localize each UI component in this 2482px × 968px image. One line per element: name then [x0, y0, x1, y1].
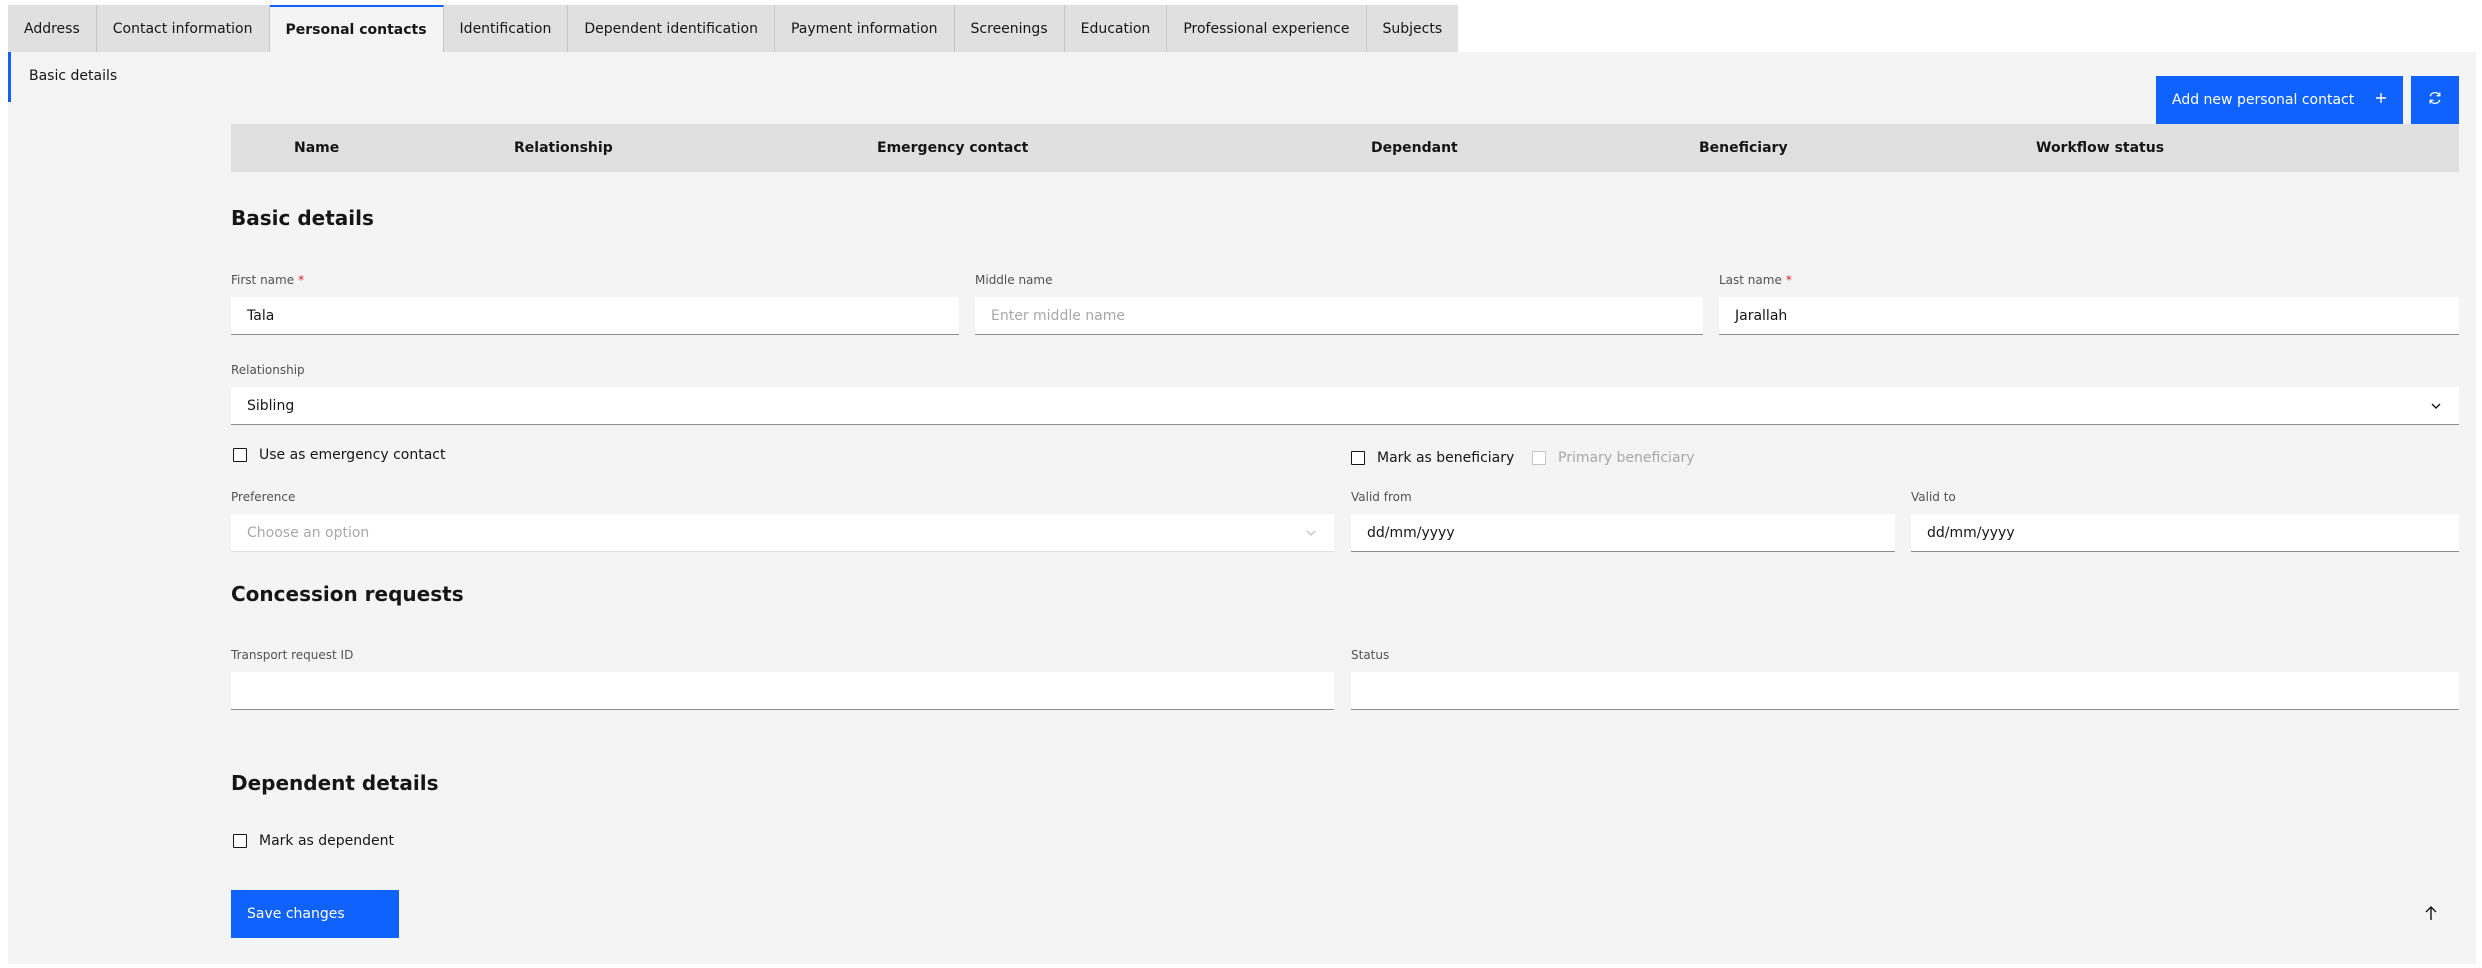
contacts-table-header: Name Relationship Emergency contact Depe… — [231, 124, 2459, 172]
middle-name-label: Middle name — [975, 273, 1053, 287]
transport-request-id-label: Transport request ID — [231, 648, 354, 662]
tab-personal-contacts[interactable]: Personal contacts — [269, 5, 444, 52]
tab-screenings[interactable]: Screenings — [954, 5, 1065, 52]
chevron-down-icon — [2429, 399, 2443, 417]
column-header-workflow-status[interactable]: Workflow status — [2036, 140, 2164, 156]
valid-from-label: Valid from — [1351, 490, 1412, 504]
column-header-dependant[interactable]: Dependant — [1371, 140, 1458, 156]
valid-from-field[interactable]: dd/mm/yyyy — [1351, 514, 1895, 552]
primary-beneficiary-box — [1532, 451, 1546, 465]
arrow-up-icon — [2424, 905, 2438, 925]
mark-dependent-label: Mark as dependent — [259, 833, 395, 849]
refresh-button[interactable] — [2411, 76, 2459, 124]
mark-dependent-box[interactable] — [233, 834, 247, 848]
preference-placeholder: Choose an option — [247, 524, 370, 541]
scroll-to-top-button[interactable] — [2411, 895, 2451, 935]
tab-identification[interactable]: Identification — [443, 5, 569, 52]
valid-to-label: Valid to — [1911, 490, 1956, 504]
relationship-value: Sibling — [247, 397, 295, 414]
mark-beneficiary-checkbox[interactable]: Mark as beneficiary — [1351, 450, 1514, 466]
mark-beneficiary-label: Mark as beneficiary — [1377, 450, 1515, 466]
basic-details-title: Basic details — [231, 206, 374, 230]
emergency-contact-box[interactable] — [233, 448, 247, 462]
tab-dependent-identification[interactable]: Dependent identification — [568, 5, 775, 52]
main-panel: Basic details Add new personal contact N… — [8, 52, 2476, 964]
middle-name-field[interactable]: Enter middle name — [975, 297, 1703, 335]
preference-label: Preference — [231, 490, 296, 504]
emergency-contact-checkbox[interactable]: Use as emergency contact — [233, 447, 446, 463]
chevron-down-icon — [1304, 526, 1318, 544]
emergency-contact-label: Use as emergency contact — [259, 447, 446, 463]
concession-requests-title: Concession requests — [231, 582, 464, 606]
dependent-details-title: Dependent details — [231, 771, 439, 795]
transport-request-id-field[interactable] — [231, 672, 1334, 710]
tab-address[interactable]: Address — [8, 5, 97, 52]
column-header-name[interactable]: Name — [294, 140, 339, 156]
middle-name-placeholder: Enter middle name — [991, 307, 1125, 324]
status-field[interactable] — [1351, 672, 2459, 710]
tab-contact-information[interactable]: Contact information — [96, 5, 270, 52]
tab-education[interactable]: Education — [1064, 5, 1168, 52]
plus-icon — [2375, 92, 2387, 108]
valid-to-placeholder: dd/mm/yyyy — [1927, 524, 2015, 541]
save-changes-button[interactable]: Save changes — [231, 890, 399, 938]
relationship-label: Relationship — [231, 363, 305, 377]
valid-from-placeholder: dd/mm/yyyy — [1367, 524, 1455, 541]
add-button-label: Add new personal contact — [2172, 92, 2355, 108]
tab-bar: Address Contact information Personal con… — [8, 5, 1459, 52]
column-header-emergency-contact[interactable]: Emergency contact — [877, 140, 1028, 156]
first-name-label: First name * — [231, 273, 305, 287]
primary-beneficiary-checkbox: Primary beneficiary — [1532, 450, 1695, 466]
tab-payment-information[interactable]: Payment information — [774, 5, 955, 52]
side-nav-basic-details[interactable]: Basic details — [8, 52, 178, 102]
mark-dependent-checkbox[interactable]: Mark as dependent — [233, 833, 394, 849]
preference-select[interactable]: Choose an option — [231, 514, 1334, 552]
mark-beneficiary-box[interactable] — [1351, 451, 1365, 465]
column-header-beneficiary[interactable]: Beneficiary — [1699, 140, 1788, 156]
primary-beneficiary-label: Primary beneficiary — [1558, 450, 1695, 466]
valid-to-field[interactable]: dd/mm/yyyy — [1911, 514, 2459, 552]
relationship-select[interactable]: Sibling — [231, 387, 2459, 425]
tab-subjects[interactable]: Subjects — [1366, 5, 1459, 52]
first-name-field[interactable]: Tala — [231, 297, 959, 335]
column-header-relationship[interactable]: Relationship — [514, 140, 613, 156]
status-label: Status — [1351, 648, 1390, 662]
last-name-label: Last name * — [1719, 273, 1792, 287]
add-personal-contact-button[interactable]: Add new personal contact — [2156, 76, 2403, 124]
tab-professional-experience[interactable]: Professional experience — [1167, 5, 1367, 52]
last-name-field[interactable]: Jarallah — [1719, 297, 2459, 335]
refresh-icon — [2427, 90, 2443, 110]
